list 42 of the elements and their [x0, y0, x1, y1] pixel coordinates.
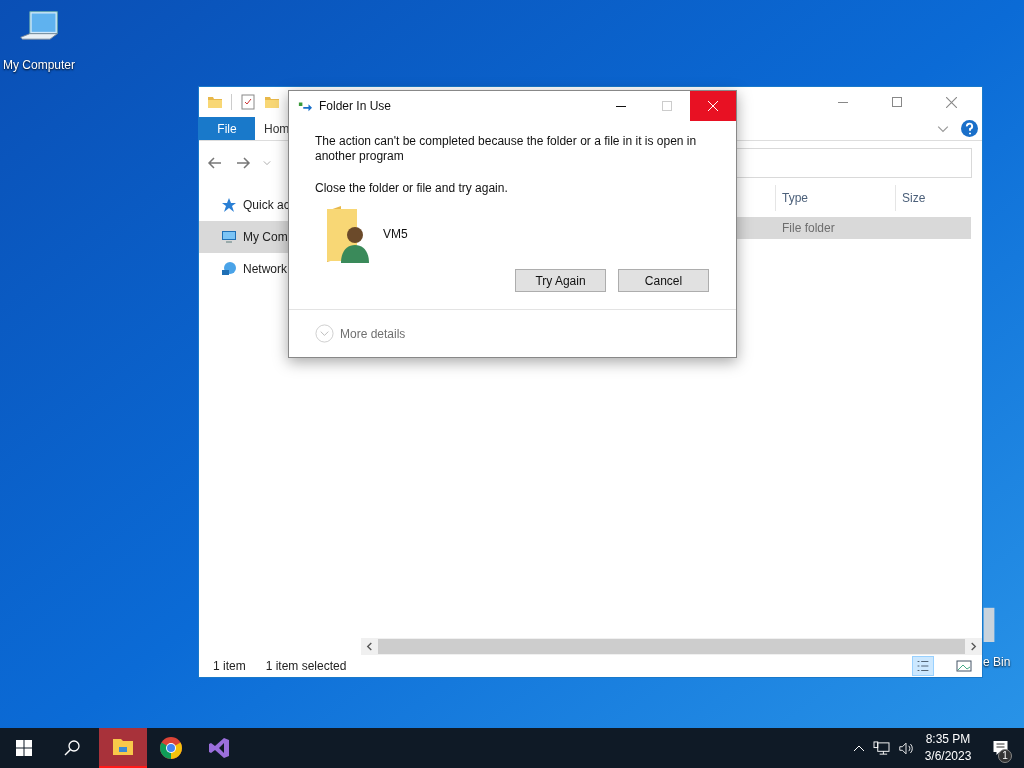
dialog-title: Folder In Use: [319, 98, 392, 115]
status-text: 1 item selected: [265, 658, 347, 675]
infinity-loop-icon: [207, 736, 231, 760]
scroll-right-icon[interactable]: [969, 642, 978, 651]
nav-item[interactable]: Network: [199, 253, 361, 285]
help-icon[interactable]: [961, 120, 978, 137]
network-icon: [221, 261, 237, 277]
chevron-up-icon[interactable]: [853, 744, 865, 752]
forward-arrow-icon[interactable]: [235, 155, 251, 171]
table-cell-text: File folder: [782, 220, 835, 237]
icon-label: e Bin: [983, 656, 1011, 668]
properties-icon[interactable]: [240, 94, 256, 110]
windows-logo-icon: [16, 740, 32, 756]
icon-label: My Computer: [3, 57, 75, 74]
column-header[interactable]: Type: [775, 185, 895, 211]
scroll-left-icon[interactable]: [365, 642, 374, 651]
column-header[interactable]: Size: [895, 185, 975, 211]
error-message: The action can't be completed because the folder or a file in it is open in another program: [315, 134, 698, 164]
star-icon: [221, 197, 237, 213]
file-tab[interactable]: File: [199, 117, 255, 140]
horizontal-scrollbar[interactable]: [361, 638, 982, 655]
notification-button[interactable]: 1: [976, 728, 1024, 768]
new-folder-icon: [264, 94, 280, 110]
folder-icon: [207, 94, 223, 110]
browser-icon: [159, 736, 183, 760]
close-icon: [708, 101, 718, 111]
notification-badge: 1: [998, 749, 1012, 763]
ribbon-tab[interactable]: Hom: [255, 117, 290, 140]
computer-icon: [221, 229, 237, 245]
search-icon: [64, 740, 80, 756]
network-icon[interactable]: [873, 740, 890, 756]
dialog-button[interactable]: Cancel: [618, 269, 709, 292]
volume-icon[interactable]: [898, 740, 914, 756]
details-view-icon[interactable]: [912, 656, 934, 676]
dialog-button[interactable]: Try Again: [515, 269, 606, 292]
clock[interactable]: 8:35 PM 3/6/2023: [920, 728, 976, 768]
status-text: 1 item: [213, 658, 246, 675]
back-arrow-icon[interactable]: [207, 155, 223, 171]
close-icon: [945, 96, 957, 108]
more-details-button[interactable]: More details: [340, 324, 406, 343]
file-name: VM5: [383, 226, 408, 243]
instruction-text: Close the folder or file and try again.: [315, 180, 509, 197]
